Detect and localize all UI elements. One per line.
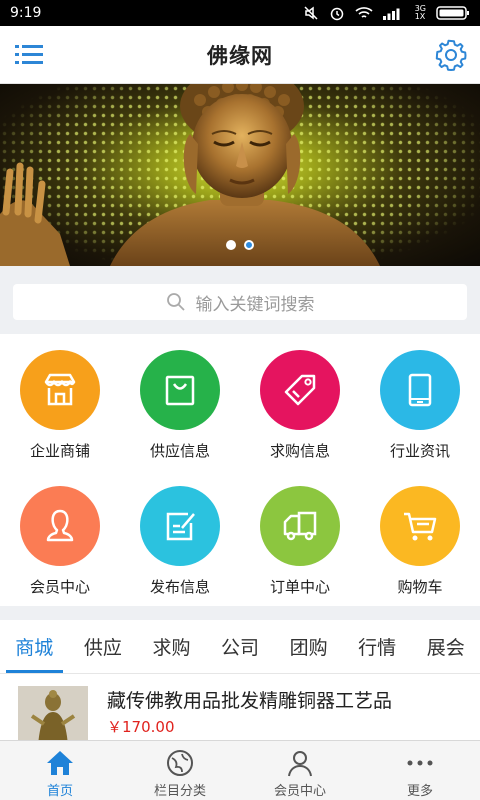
nav-label: 栏目分类 <box>153 784 206 799</box>
wifi-icon <box>355 7 373 18</box>
nav-more[interactable]: 更多 <box>360 741 480 800</box>
signal-icon <box>382 8 400 20</box>
cart-icon <box>380 486 460 566</box>
tab-buy[interactable]: 求购 <box>137 620 206 673</box>
product-thumbnail[interactable] <box>18 686 88 740</box>
grid-item-buy[interactable]: 求购信息 <box>240 334 360 470</box>
grid-label: 供应信息 <box>149 442 210 460</box>
function-grid: 企业商铺 供应信息 求购信息 行业资讯 会员中心 发布信息 订单中心 购物车 <box>0 334 480 606</box>
tab-supply[interactable]: 供应 <box>69 620 138 673</box>
nav-label: 首页 <box>46 784 73 799</box>
user-icon <box>20 486 100 566</box>
nav-label: 更多 <box>406 784 433 799</box>
nav-home[interactable]: 首页 <box>0 741 120 800</box>
grid-label: 行业资讯 <box>389 442 450 460</box>
gear-icon <box>435 39 467 71</box>
grid-item-publish[interactable]: 发布信息 <box>120 470 240 606</box>
grid-label: 会员中心 <box>29 578 90 596</box>
tab-mall[interactable]: 商城 <box>0 620 69 673</box>
mute-icon <box>304 6 318 20</box>
menu-icon <box>15 45 43 64</box>
menu-button[interactable] <box>14 40 44 70</box>
banner-carousel[interactable] <box>0 84 480 266</box>
search-icon <box>166 293 185 311</box>
store-icon <box>20 350 100 430</box>
alarm-icon <box>330 7 343 21</box>
search-section: 输入关键词搜索 <box>0 266 480 334</box>
status-time: 9:19 <box>10 5 42 21</box>
tab-groupbuy[interactable]: 团购 <box>274 620 343 673</box>
grid-label: 求购信息 <box>269 442 330 460</box>
grid-label: 购物车 <box>397 578 443 596</box>
settings-button[interactable] <box>434 38 468 72</box>
status-icons: 3G 1X <box>303 5 470 21</box>
truck-icon <box>260 486 340 566</box>
product-price: ￥170.00 <box>107 718 175 736</box>
tab-exhibition[interactable]: 展会 <box>411 620 480 673</box>
nav-categories[interactable]: 栏目分类 <box>120 741 240 800</box>
grid-item-store[interactable]: 企业商铺 <box>0 334 120 470</box>
buddha-image <box>0 84 380 266</box>
search-input[interactable]: 输入关键词搜索 <box>13 284 467 320</box>
nav-member[interactable]: 会员中心 <box>240 741 360 800</box>
battery-icon <box>436 6 469 20</box>
tab-company[interactable]: 公司 <box>206 620 275 673</box>
grid-label: 订单中心 <box>269 578 330 596</box>
carousel-dot[interactable] <box>226 240 236 250</box>
status-bar: 9:19 3G 1X <box>0 0 480 26</box>
carousel-dot-active[interactable] <box>244 240 254 250</box>
edit-icon <box>140 486 220 566</box>
more-icon <box>405 749 435 777</box>
network-label: 3G 1X <box>414 4 426 21</box>
app-header: 佛缘网 <box>0 26 480 84</box>
page-title: 佛缘网 <box>207 43 273 68</box>
grid-item-cart[interactable]: 购物车 <box>360 470 480 606</box>
search-placeholder: 输入关键词搜索 <box>195 294 315 315</box>
category-tabs: 商城 供应 求购 公司 团购 行情 展会 <box>0 620 480 674</box>
product-title[interactable]: 藏传佛教用品批发精雕铜器工艺品 <box>107 686 392 713</box>
tag-icon <box>260 350 340 430</box>
grid-item-orders[interactable]: 订单中心 <box>240 470 360 606</box>
tab-market[interactable]: 行情 <box>343 620 412 673</box>
grid-item-supply[interactable]: 供应信息 <box>120 334 240 470</box>
user-icon <box>285 749 315 777</box>
carousel-indicator <box>0 240 480 250</box>
grid-item-member[interactable]: 会员中心 <box>0 470 120 606</box>
compass-icon <box>165 749 195 777</box>
nav-label: 会员中心 <box>273 784 326 799</box>
grid-label: 发布信息 <box>149 578 210 596</box>
grid-item-news[interactable]: 行业资讯 <box>360 334 480 470</box>
grid-label: 企业商铺 <box>29 442 90 460</box>
product-list-item[interactable]: 藏传佛教用品批发精雕铜器工艺品 ￥170.00 <box>0 674 480 740</box>
bottom-nav: 首页 栏目分类 会员中心 更多 <box>0 740 480 800</box>
tablet-icon <box>380 350 460 430</box>
home-icon <box>45 749 75 777</box>
bag-icon <box>140 350 220 430</box>
